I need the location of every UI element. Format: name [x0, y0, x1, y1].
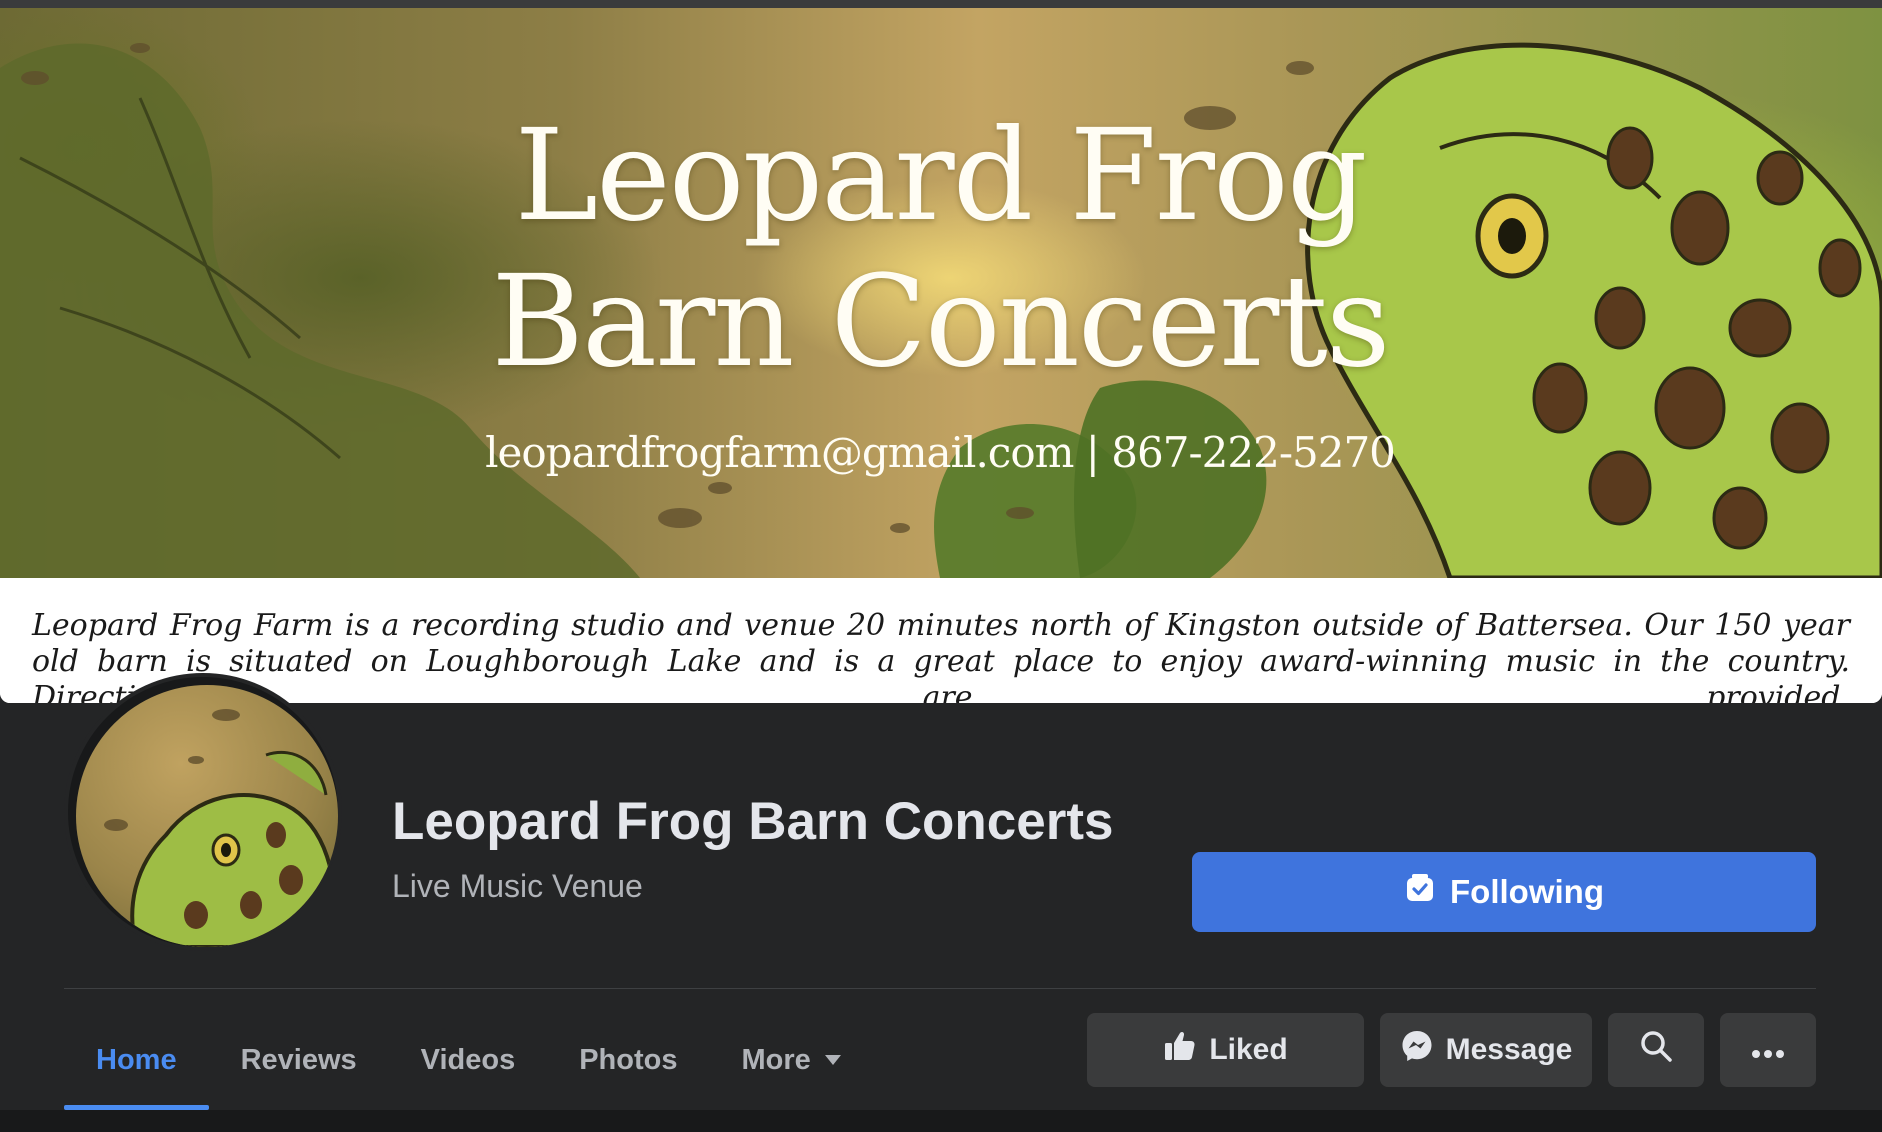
page-header: Leopard Frog Barn Concerts leopardfrogfa… — [0, 0, 1882, 1132]
tab-videos[interactable]: Videos — [389, 1010, 548, 1110]
tab-home[interactable]: Home — [64, 1010, 209, 1110]
cover-title-line2: Barn Concerts — [491, 248, 1390, 395]
cover-caption: Leopard Frog Farm is a recording studio … — [32, 608, 1850, 703]
cover-artwork: Leopard Frog Barn Concerts leopardfrogfa… — [0, 8, 1882, 578]
more-dots-icon — [1751, 1033, 1785, 1067]
following-label: Following — [1450, 873, 1604, 910]
tab-photos[interactable]: Photos — [547, 1010, 709, 1110]
message-button[interactable]: Message — [1380, 1013, 1592, 1087]
top-bar-edge — [0, 0, 1882, 8]
message-label: Message — [1445, 1033, 1573, 1066]
page-tabs: Home Reviews Videos Photos More — [64, 1010, 873, 1110]
page-body-edge — [0, 1110, 1882, 1132]
tab-photos-label: Photos — [579, 1043, 678, 1076]
following-button[interactable]: Following — [1192, 852, 1816, 932]
search-icon — [1639, 1029, 1673, 1071]
cover-caption-band: Leopard Frog Farm is a recording studio … — [0, 578, 1882, 703]
tab-reviews-label: Reviews — [240, 1043, 357, 1076]
search-button[interactable] — [1608, 1013, 1704, 1087]
profile-picture-image — [76, 685, 338, 947]
messenger-icon — [1400, 1029, 1434, 1071]
cover-contact: leopardfrogfarm@gmail.com | 867-222-5270 — [485, 428, 1396, 477]
tab-more-label: More — [741, 1043, 811, 1076]
tab-reviews[interactable]: Reviews — [209, 1010, 389, 1110]
header-divider — [64, 988, 1816, 989]
cover-photo[interactable]: Leopard Frog Barn Concerts leopardfrogfa… — [0, 8, 1882, 703]
tab-more[interactable]: More — [710, 1010, 873, 1110]
cover-title-line1: Leopard Frog — [514, 102, 1368, 249]
caret-down-icon — [824, 1055, 841, 1065]
page-category[interactable]: Live Music Venue — [392, 868, 643, 905]
profile-picture[interactable] — [64, 673, 342, 951]
following-check-icon — [1404, 872, 1436, 912]
thumbs-up-icon — [1163, 1029, 1197, 1071]
tab-videos-label: Videos — [420, 1043, 516, 1076]
liked-label: Liked — [1209, 1033, 1288, 1066]
liked-button[interactable]: Liked — [1087, 1013, 1364, 1087]
tab-home-label: Home — [96, 1043, 177, 1076]
cover-title: Leopard Frog Barn Concerts — [440, 103, 1440, 395]
more-options-button[interactable] — [1720, 1013, 1816, 1087]
frog-avatar-illustration — [104, 709, 338, 947]
page-title: Leopard Frog Barn Concerts — [392, 792, 1114, 851]
